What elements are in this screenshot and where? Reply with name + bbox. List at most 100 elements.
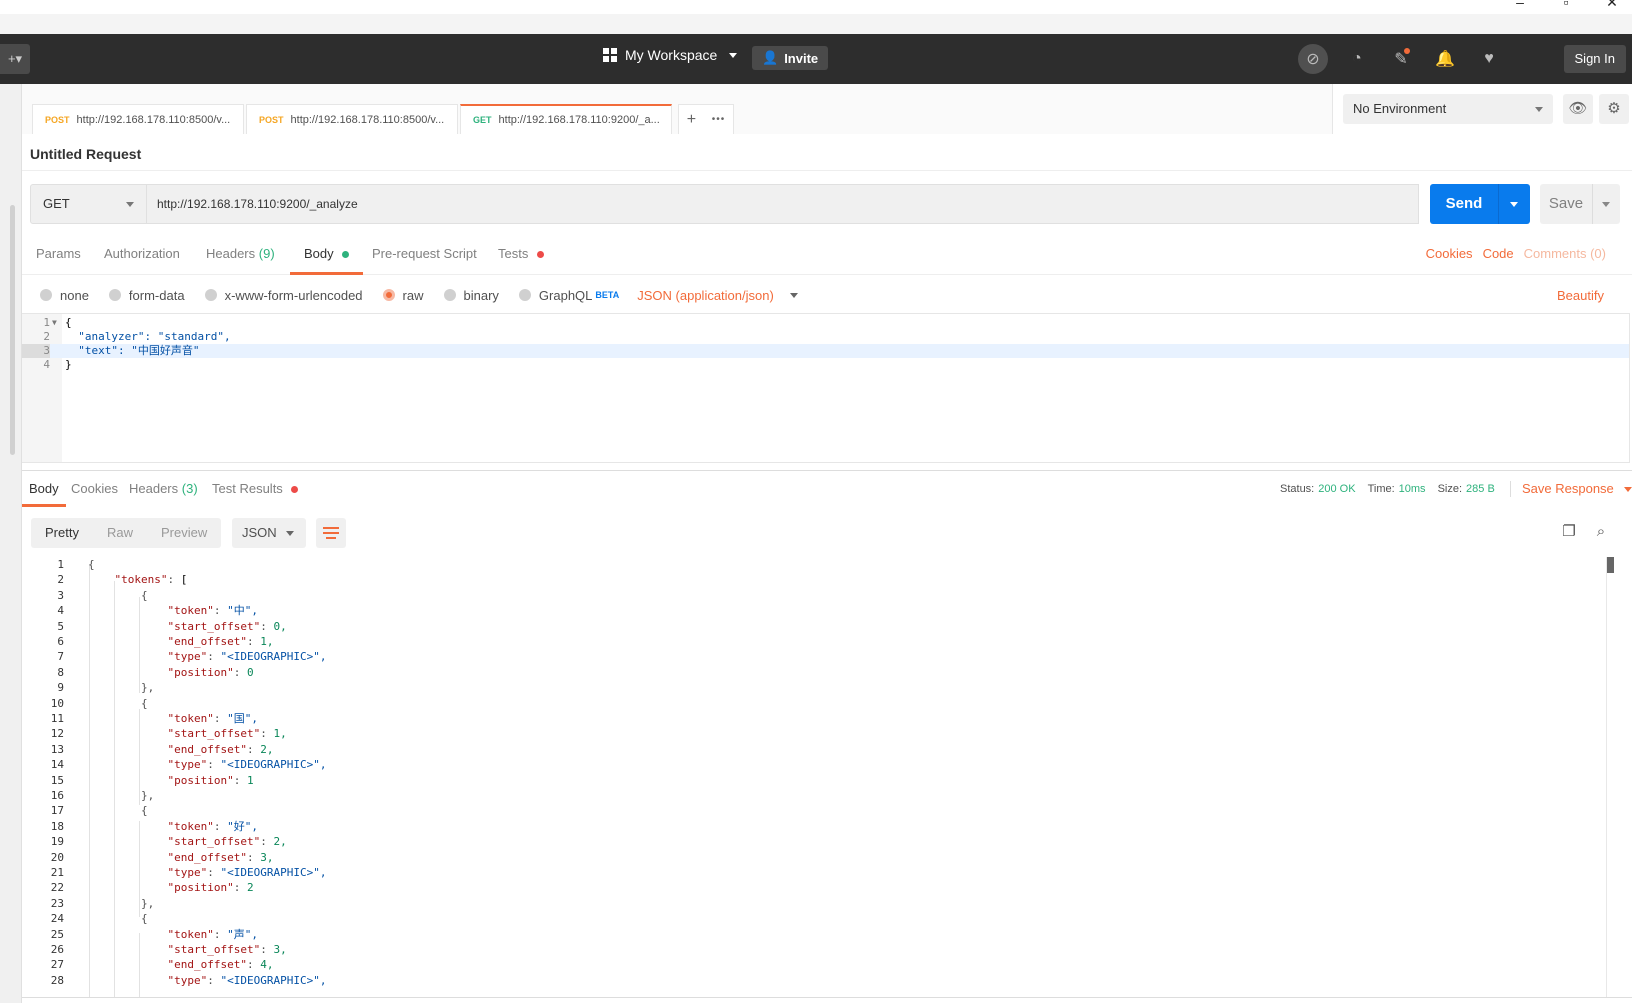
code-text: }, [88, 896, 155, 910]
json-value: "<IDEOGRAPHIC>", [220, 866, 327, 879]
settings-wrench-icon[interactable]: ✎ [1386, 44, 1416, 74]
wrap-lines-button[interactable] [316, 518, 346, 548]
radio-none[interactable]: none [40, 288, 89, 303]
save-label: Save [1548, 195, 1584, 212]
environment-select[interactable]: No Environment [1343, 94, 1553, 124]
code-text: "type": "<IDEOGRAPHIC>", [167, 973, 327, 987]
size-meta[interactable]: Size: 285 B [1438, 471, 1495, 507]
tab-params[interactable]: Params [22, 235, 95, 275]
json-value: "国", [227, 712, 258, 725]
tab-headers[interactable]: Headers (9) [192, 235, 289, 275]
minimize-icon[interactable]: – [1512, 0, 1528, 11]
line-number: 11 [50, 712, 64, 725]
search-icon[interactable]: ⌕ [1591, 522, 1611, 542]
line-number: 14 [50, 758, 64, 772]
restore-icon[interactable]: ▫ [1558, 0, 1574, 11]
add-user-icon: 👤 [762, 50, 779, 65]
format-pretty[interactable]: Pretty [31, 518, 93, 548]
response-line: 5 "start_offset": 0, [22, 619, 1618, 635]
invite-button[interactable]: 👤 Invite [752, 46, 829, 70]
code-link[interactable]: Code [1483, 235, 1514, 275]
method-select[interactable]: GET [30, 184, 147, 224]
response-line: 4 "token": "中", [22, 603, 1618, 619]
save-response-button[interactable]: Save Response [1522, 471, 1632, 507]
json-value: "声", [227, 927, 258, 941]
response-tab-test-results[interactable]: Test Results [205, 471, 305, 507]
radio-form-data[interactable]: form-data [108, 287, 185, 303]
save-button[interactable]: Save [1540, 184, 1620, 224]
beautify-link[interactable]: Beautify [1557, 288, 1604, 303]
request-tab[interactable]: POST http://192.168.178.110:8500/v... [246, 104, 458, 134]
line-number: 1 [43, 316, 50, 329]
code-text: "type": "<IDEOGRAPHIC>", [167, 758, 327, 772]
response-language-select[interactable]: JSON [232, 518, 306, 548]
tab-authorization[interactable]: Authorization [90, 235, 194, 275]
save-options-chevron-icon[interactable] [1602, 202, 1610, 207]
tab-method: POST [45, 114, 70, 125]
response-tab-headers[interactable]: Headers (3) [122, 471, 205, 507]
request-body-editor[interactable]: 1 ▼ { 2 "analyzer": "standard", 3 "text"… [22, 313, 1630, 463]
radio-urlencoded[interactable]: x-www-form-urlencoded [204, 288, 363, 303]
response-tab-body[interactable]: Body [22, 471, 66, 507]
response-scrollbar[interactable] [1606, 557, 1614, 997]
sync-icon[interactable]: ⊘ [1298, 44, 1328, 74]
json-key: "position" [167, 881, 234, 895]
radio-graphql[interactable]: GraphQL BETA [518, 288, 619, 303]
time-meta[interactable]: Time: 10ms [1368, 471, 1426, 507]
chevron-down-icon [1535, 107, 1543, 112]
response-line: 11 "token": "国", [22, 711, 1618, 727]
send-options-chevron-icon[interactable] [1510, 202, 1518, 207]
tab-tests[interactable]: Tests [484, 235, 558, 275]
line-number: 25 [50, 927, 64, 941]
response-line: 13 "end_offset": 2, [22, 742, 1618, 758]
code-text: "start_offset": 3, [167, 943, 287, 956]
heart-icon[interactable]: ♥ [1474, 44, 1504, 74]
content-type-label: JSON (application/json) [637, 287, 774, 303]
satellite-icon[interactable]: ◔ [1342, 44, 1372, 74]
send-button[interactable]: Send [1430, 184, 1530, 224]
fold-arrow-icon[interactable]: ▼ [52, 316, 57, 330]
radio-label: form-data [128, 287, 185, 303]
status-meta[interactable]: Status: 200 OK [1280, 471, 1356, 507]
sidebar-scrollbar[interactable] [10, 205, 15, 455]
gear-icon[interactable]: ⚙ [1599, 94, 1629, 124]
comments-link[interactable]: Comments (0) [1524, 235, 1606, 275]
format-raw[interactable]: Raw [93, 518, 147, 548]
tab-prerequest-script[interactable]: Pre-request Script [358, 235, 491, 275]
workspace-selector[interactable]: My Workspace [603, 47, 738, 63]
response-meta: Status: 200 OK Time: 10ms Size: 285 B [1280, 471, 1495, 507]
eye-icon[interactable]: 👁 [1563, 94, 1593, 124]
json-value: "<IDEOGRAPHIC>", [220, 758, 327, 772]
tab-url: http://192.168.178.110:8500/v... [76, 113, 231, 126]
url-input[interactable]: http://192.168.178.110:9200/_analyze [147, 184, 1419, 224]
format-preview[interactable]: Preview [147, 518, 221, 548]
tab-body-label: Body [304, 246, 334, 261]
cookies-link[interactable]: Cookies [1426, 235, 1473, 275]
radio-raw[interactable]: raw [382, 288, 424, 303]
json-key: "end_offset" [167, 635, 247, 648]
copy-icon[interactable]: ❐ [1559, 522, 1579, 542]
tab-body[interactable]: Body [290, 235, 364, 275]
radio-binary[interactable]: binary [443, 288, 499, 303]
response-line: 14 "type": "<IDEOGRAPHIC>", [22, 757, 1618, 773]
new-button[interactable]: +▾ [0, 44, 30, 74]
add-tab-button[interactable]: + [687, 111, 696, 129]
more-tabs-button[interactable]: ••• [712, 114, 726, 125]
response-body-viewer[interactable]: 1{2 "tokens": [3 {4 "token": "中", 5 "star… [22, 557, 1618, 997]
code-text: "text": "中国好声音" [65, 344, 200, 357]
tab-url: http://192.168.178.110:9200/_a... [498, 114, 660, 126]
close-icon[interactable]: ✕ [1604, 0, 1620, 11]
request-tab-active[interactable]: GET http://192.168.178.110:9200/_a... [460, 104, 672, 134]
response-scroll-thumb[interactable] [1607, 557, 1614, 573]
response-tab-cookies[interactable]: Cookies [64, 471, 125, 507]
response-line: 9 }, [22, 680, 1618, 696]
radio-circle-selected [382, 289, 395, 301]
tab-method: GET [473, 115, 492, 125]
sign-in-button[interactable]: Sign In [1563, 45, 1626, 73]
content-type-select[interactable]: JSON (application/json) [637, 288, 798, 303]
json-value: "<IDEOGRAPHIC>", [220, 650, 327, 664]
bell-icon[interactable]: 🔔 [1430, 44, 1460, 74]
request-title[interactable]: Untitled Request [30, 146, 141, 162]
request-tab[interactable]: POST http://192.168.178.110:8500/v... [32, 104, 244, 134]
response-line: 15 "position": 1 [22, 773, 1618, 789]
